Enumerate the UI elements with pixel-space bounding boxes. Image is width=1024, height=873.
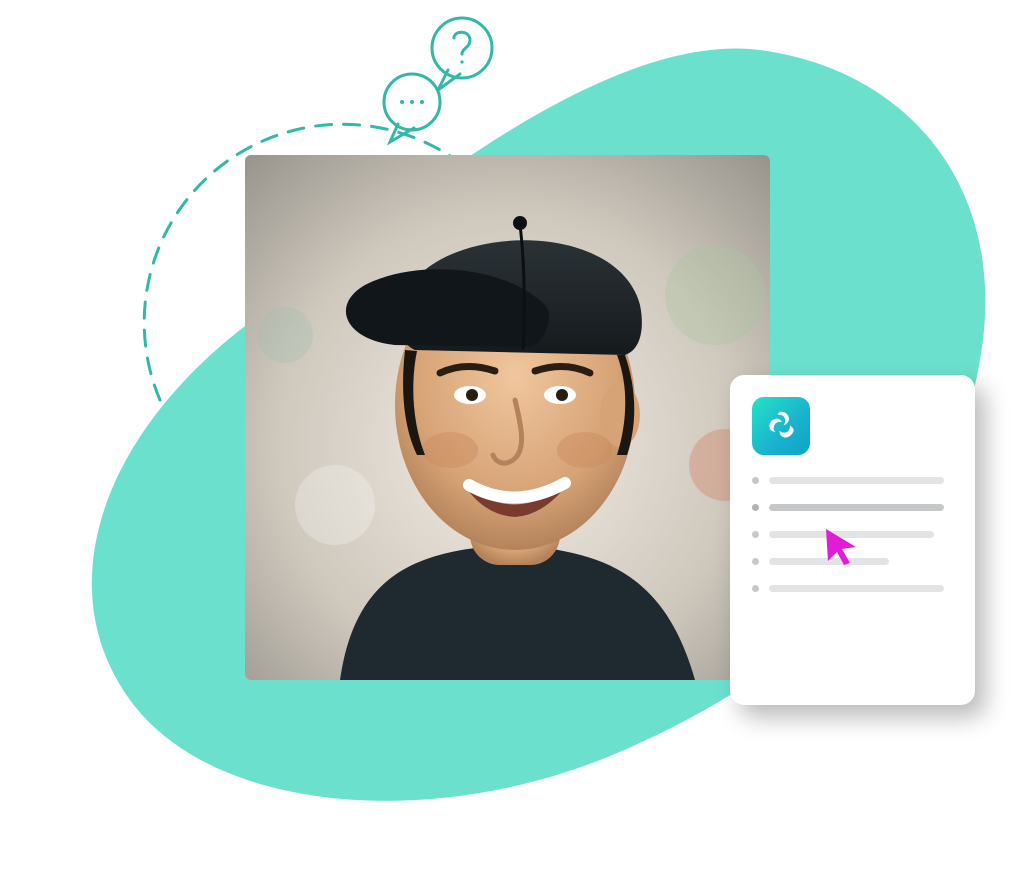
illustration-stage (0, 0, 1024, 873)
list-rows (752, 477, 953, 687)
cursor-pointer-icon (822, 527, 862, 567)
list-item[interactable] (752, 477, 953, 484)
app-list-card (730, 375, 975, 705)
list-bullet (752, 585, 759, 592)
list-line (769, 585, 944, 592)
list-bullet (752, 558, 759, 565)
list-bullet (752, 477, 759, 484)
list-bullet (752, 531, 759, 538)
list-line (769, 477, 944, 484)
list-item[interactable] (752, 504, 953, 511)
list-line (769, 504, 944, 511)
list-item[interactable] (752, 585, 953, 592)
app-logo-icon (752, 397, 810, 455)
chat-question-icon (370, 10, 510, 150)
portrait-photo (245, 155, 770, 680)
list-bullet (752, 504, 759, 511)
